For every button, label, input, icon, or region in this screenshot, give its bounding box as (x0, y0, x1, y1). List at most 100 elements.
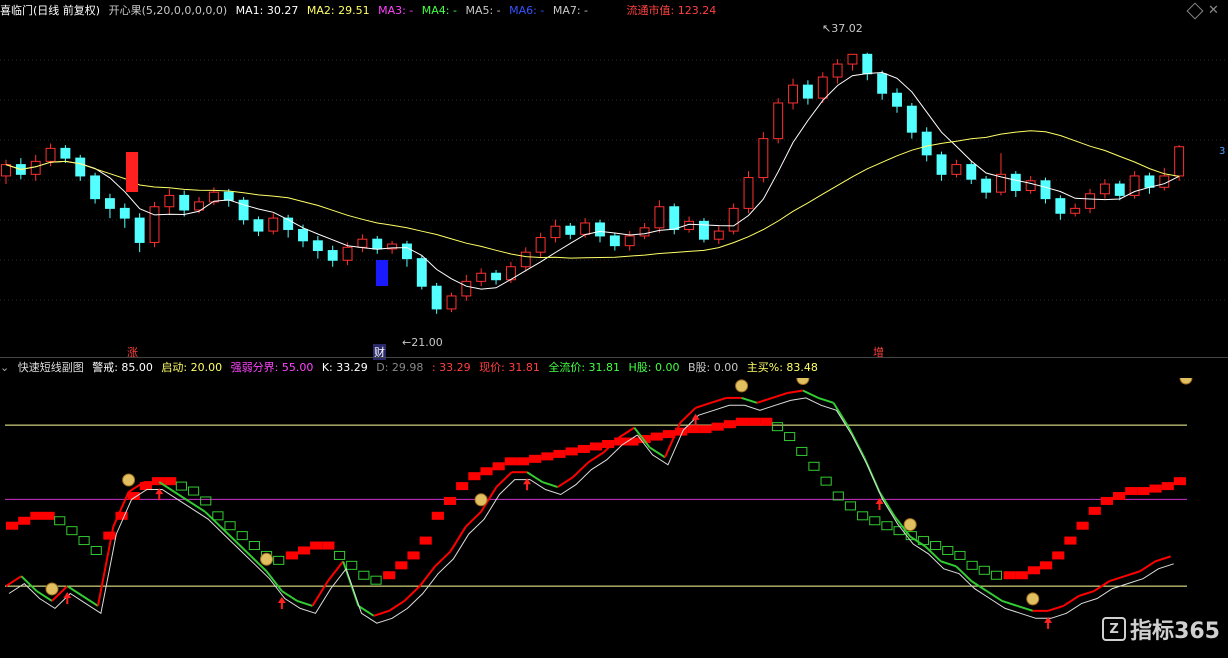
candle-body[interactable] (921, 131, 932, 156)
money-bag-icon[interactable] (122, 473, 136, 487)
candle-body[interactable] (743, 177, 754, 209)
candle-body[interactable] (401, 243, 412, 260)
trend-block-up (1064, 536, 1077, 545)
candle-body[interactable] (520, 251, 531, 268)
panel-divider[interactable] (0, 357, 1228, 358)
ma5-value: MA5: - (465, 4, 501, 17)
candle-body[interactable] (713, 230, 724, 240)
candle-body[interactable] (238, 199, 249, 221)
candle-body[interactable] (728, 207, 739, 232)
candle-body[interactable] (223, 191, 234, 201)
candle-body[interactable] (609, 235, 620, 247)
candle-body[interactable] (1055, 198, 1066, 214)
candle-body[interactable] (832, 63, 843, 78)
candle-body[interactable] (60, 147, 71, 159)
trend-block-up (699, 425, 712, 434)
candle-body[interactable] (758, 138, 769, 179)
candle-body[interactable] (327, 250, 338, 261)
candlestick-chart[interactable] (0, 20, 1228, 340)
oscillator-chart[interactable] (0, 378, 1228, 658)
candle-body[interactable] (847, 53, 858, 65)
candle-body[interactable] (90, 175, 101, 200)
candle-body[interactable] (862, 53, 873, 75)
candle-body[interactable] (1144, 175, 1155, 188)
k-line-segment (418, 565, 436, 587)
candle-body[interactable] (312, 240, 323, 252)
candle-body[interactable] (268, 217, 279, 232)
candle-body[interactable] (788, 84, 799, 104)
candle-body[interactable] (431, 285, 442, 310)
money-bag-icon[interactable] (474, 493, 488, 507)
candle-body[interactable] (817, 76, 828, 99)
money-bag-icon[interactable] (260, 552, 274, 566)
money-bag-icon[interactable] (735, 379, 749, 393)
k-line-segment (112, 491, 130, 528)
candle-body[interactable] (149, 206, 160, 243)
close-icon[interactable]: ✕ (1208, 3, 1219, 18)
candle-body[interactable] (179, 194, 190, 211)
candle-body[interactable] (1114, 183, 1125, 196)
money-bag-icon[interactable] (45, 582, 59, 596)
candle-body[interactable] (535, 237, 546, 253)
k-line-segment (1017, 604, 1034, 612)
candle-body[interactable] (119, 207, 130, 219)
candle-body[interactable] (342, 246, 353, 261)
candle-body[interactable] (550, 225, 561, 239)
candle-body[interactable] (1085, 193, 1096, 209)
candle-body[interactable] (773, 102, 784, 140)
trend-block-up (127, 492, 140, 500)
candle-body[interactable] (802, 84, 813, 99)
candle-body[interactable] (104, 198, 115, 209)
candle-body[interactable] (877, 73, 888, 94)
candle-body[interactable] (624, 235, 635, 247)
candle-body[interactable] (906, 105, 917, 133)
stock-title[interactable]: 喜临门(日线 前复权) (0, 4, 100, 17)
candle-body[interactable] (698, 220, 709, 240)
candle-body[interactable] (446, 295, 457, 310)
k-line-segment (174, 491, 191, 503)
candle-body[interactable] (461, 280, 472, 297)
candle-body[interactable] (1, 164, 11, 177)
candle-body[interactable] (966, 164, 977, 180)
money-bag-icon[interactable] (796, 378, 810, 385)
trend-block-up (1003, 571, 1016, 580)
candle-body[interactable] (134, 217, 145, 243)
candle-body[interactable] (595, 222, 605, 237)
candle-body[interactable] (1099, 183, 1110, 195)
sub-chart-title[interactable]: 快速短线副图 (18, 361, 84, 374)
candle-body[interactable] (1070, 207, 1081, 214)
settings-icon[interactable] (1186, 2, 1204, 20)
collapse-icon[interactable]: ⌄ (0, 361, 9, 374)
trend-block-up (297, 546, 311, 555)
candle-body[interactable] (669, 206, 680, 230)
indicator-name[interactable]: 开心果(5,20,0,0,0,0,0) (109, 4, 228, 17)
candle-body[interactable] (1174, 146, 1185, 177)
candle-body[interactable] (164, 194, 175, 208)
trend-block-up (1052, 551, 1065, 560)
candle-body[interactable] (892, 92, 902, 107)
candle-body[interactable] (357, 238, 368, 248)
candle-body[interactable] (639, 227, 650, 237)
candle-body[interactable] (253, 219, 264, 232)
candle-body[interactable] (654, 206, 665, 229)
candle-body[interactable] (565, 225, 576, 235)
money-bag-icon[interactable] (1179, 378, 1193, 385)
candle-body[interactable] (1129, 175, 1140, 196)
money-bag-icon[interactable] (903, 518, 917, 532)
trend-block-down (248, 541, 260, 551)
candle-body[interactable] (936, 154, 947, 175)
trend-block-down (978, 565, 990, 575)
candle-body[interactable] (580, 222, 591, 235)
candle-body[interactable] (298, 228, 308, 242)
candle-body[interactable] (416, 258, 427, 287)
candle-body[interactable] (45, 147, 56, 162)
candle-body[interactable] (491, 272, 502, 281)
candle-body[interactable] (476, 272, 487, 282)
candle-body[interactable] (372, 238, 383, 250)
candle-body[interactable] (981, 178, 992, 193)
money-bag-icon[interactable] (1026, 592, 1040, 606)
candle-body[interactable] (951, 164, 962, 175)
candle-body[interactable] (1040, 180, 1051, 200)
candle-body[interactable] (75, 157, 86, 177)
candle-body[interactable] (1010, 173, 1021, 192)
